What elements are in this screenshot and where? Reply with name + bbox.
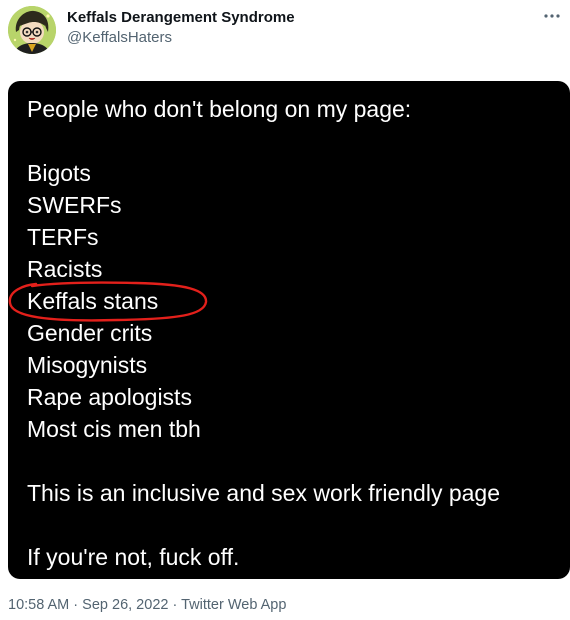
author-display-name[interactable]: Keffals Derangement Syndrome xyxy=(67,9,295,27)
avatar[interactable] xyxy=(8,6,56,54)
image-text-line: Most cis men tbh xyxy=(27,416,201,442)
avatar-image xyxy=(8,6,56,54)
image-text-line: People who don't belong on my page: xyxy=(27,96,412,122)
author-info: Keffals Derangement Syndrome @KeffalsHat… xyxy=(67,9,295,48)
more-options-button[interactable] xyxy=(542,6,562,26)
tweet-header: Keffals Derangement Syndrome @KeffalsHat… xyxy=(8,6,562,54)
image-text-line: Racists xyxy=(27,256,103,282)
tweet-date[interactable]: Sep 26, 2022 xyxy=(82,597,168,613)
meta-separator: · xyxy=(73,597,79,613)
tweet-image[interactable]: People who don't belong on my page: Bigot… xyxy=(8,81,570,579)
tweet-time[interactable]: 10:58 AM xyxy=(8,597,69,613)
tweet-source[interactable]: Twitter Web App xyxy=(181,597,286,613)
image-text-line: SWERFs xyxy=(27,192,122,218)
tweet-metadata: 10:58 AM · Sep 26, 2022 · Twitter Web Ap… xyxy=(8,596,286,614)
image-text-line: Rape apologists xyxy=(27,384,192,410)
image-text-line-highlighted: Keffals stans xyxy=(27,288,159,314)
image-text-line: If you're not, fuck off. xyxy=(27,544,240,570)
image-text-line: Gender crits xyxy=(27,320,153,346)
image-text-line: Bigots xyxy=(27,160,91,186)
image-text-line: This is an inclusive and sex work friend… xyxy=(27,480,501,506)
author-handle[interactable]: @KeffalsHaters xyxy=(67,28,295,48)
image-text-line: TERFs xyxy=(27,224,99,250)
image-text-line: Misogynists xyxy=(27,352,148,378)
meta-separator: · xyxy=(172,597,178,613)
ellipsis-icon xyxy=(544,14,560,18)
